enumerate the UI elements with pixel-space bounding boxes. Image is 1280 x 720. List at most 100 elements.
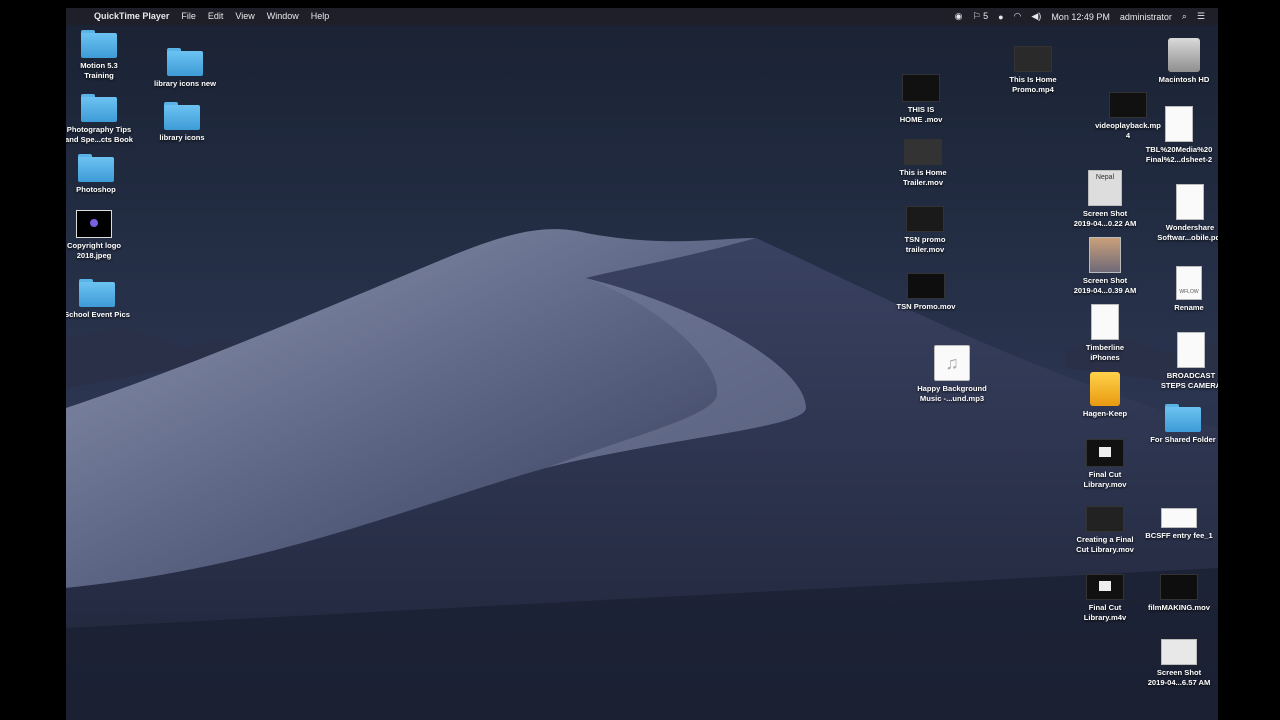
- desktop-file-rename-workflow[interactable]: WFLOW Rename: [1144, 266, 1218, 313]
- menu-view[interactable]: View: [229, 8, 260, 25]
- icon-label: Screen Shot 2019-04...6.57 AM: [1147, 668, 1211, 687]
- folder-icon: [79, 279, 115, 307]
- desktop-drive-macintosh-hd[interactable]: Macintosh HD: [1139, 38, 1218, 85]
- icon-label: library icons: [159, 133, 205, 142]
- icon-label: TSN promo trailer.mov: [904, 235, 946, 254]
- volume-icon[interactable]: ◀): [1026, 11, 1046, 22]
- folder-icon: [167, 48, 203, 76]
- menu-file[interactable]: File: [175, 8, 202, 25]
- desktop-file-copyright-logo[interactable]: Copyright logo 2018.jpeg: [66, 210, 139, 260]
- video-thumbnail-icon: [902, 74, 940, 102]
- desktop-folder-motion[interactable]: Motion 5.3 Training: [66, 30, 144, 80]
- icon-label: This Is Home Promo.mp4: [1009, 75, 1057, 94]
- desktop-file-screenshot-1[interactable]: Nepal Screen Shot 2019-04...0.22 AM: [1060, 170, 1150, 228]
- notification-center-icon[interactable]: ☰: [1192, 11, 1210, 22]
- video-thumbnail-icon: [907, 273, 945, 299]
- desktop-file-wondershare[interactable]: Wondershare Softwar...obile.pdf: [1145, 184, 1218, 242]
- desktop-file-home-promo[interactable]: This Is Home Promo.mp4: [988, 46, 1078, 94]
- user-menu[interactable]: administrator: [1115, 12, 1177, 22]
- icon-label: Happy Background Music -...und.mp3: [917, 384, 987, 403]
- video-thumbnail-icon: [1160, 574, 1198, 600]
- icon-label: Final Cut Library.mov: [1083, 470, 1127, 489]
- menu-bar: QuickTime Player File Edit View Window H…: [66, 8, 1218, 25]
- desktop-folder-school-event[interactable]: School Event Pics: [66, 279, 142, 320]
- image-thumbnail-icon: [1089, 237, 1121, 273]
- document-icon: [1161, 508, 1197, 528]
- folder-icon: [164, 102, 200, 130]
- app-menu[interactable]: QuickTime Player: [88, 8, 175, 25]
- folder-icon: [1165, 404, 1201, 432]
- icon-label: Hagen-Keep: [1082, 409, 1128, 418]
- icon-label: Rename: [1174, 303, 1204, 312]
- document-icon: [1177, 332, 1205, 368]
- icon-label: THIS IS HOME .mov: [899, 105, 943, 124]
- desktop-folder-photo-tips[interactable]: Photography Tips and Spe...cts Book: [66, 94, 144, 144]
- desktop-file-tsn-trailer[interactable]: TSN promo trailer.mov: [880, 206, 970, 254]
- icon-label: School Event Pics: [66, 310, 130, 319]
- desktop-drive-hagen-keep[interactable]: Hagen-Keep: [1060, 372, 1150, 419]
- desktop-file-tbl-spreadsheet[interactable]: TBL%20Media%20 Final%2...dsheet-2: [1134, 106, 1218, 164]
- desktop-file-filmmaking[interactable]: filmMAKING.mov: [1134, 574, 1218, 613]
- desktop-folder-library-icons[interactable]: library icons: [137, 102, 227, 143]
- desktop-folder-library-icons-new[interactable]: library icons new: [140, 48, 230, 89]
- icon-label: This is Home Trailer.mov: [899, 168, 947, 187]
- icon-label: Motion 5.3 Training: [80, 61, 118, 80]
- workflow-icon: WFLOW: [1176, 266, 1202, 300]
- desktop-file-broadcast-steps[interactable]: BROADCAST STEPS CAMERA: [1146, 332, 1218, 390]
- video-thumbnail-icon: [904, 139, 942, 165]
- icon-label: Screen Shot 2019-04...0.22 AM: [1073, 209, 1137, 228]
- icon-label: library icons new: [153, 79, 217, 88]
- icon-label: TBL%20Media%20 Final%2...dsheet-2: [1145, 145, 1213, 164]
- desktop-file-happy-music[interactable]: ♫ Happy Background Music -...und.mp3: [907, 345, 997, 403]
- icon-label: Photoshop: [76, 185, 116, 194]
- icon-label: Screen Shot 2019-04...0.39 AM: [1073, 276, 1137, 295]
- desktop-file-screenshot-2[interactable]: Screen Shot 2019-04...0.39 AM: [1060, 237, 1150, 295]
- video-thumbnail-icon: [1086, 574, 1124, 600]
- video-thumbnail-icon: [1086, 439, 1124, 467]
- image-thumbnail-icon: [1161, 639, 1197, 665]
- status-count-label: 5: [983, 11, 989, 21]
- document-icon: [1165, 106, 1193, 142]
- desktop-file-bcsff[interactable]: BCSFF entry fee_1: [1134, 508, 1218, 541]
- desktop: QuickTime Player File Edit View Window H…: [66, 8, 1218, 720]
- desktop-file-timberline[interactable]: Timberline iPhones: [1060, 304, 1150, 362]
- image-thumbnail-icon: Nepal: [1088, 170, 1122, 206]
- icon-label: Photography Tips and Spe...cts Book: [66, 125, 133, 144]
- desktop-file-fcp-library-mov[interactable]: Final Cut Library.mov: [1060, 439, 1150, 489]
- icon-label: Macintosh HD: [1158, 75, 1210, 84]
- video-thumbnail-icon: [1014, 46, 1052, 72]
- app-status-icon[interactable]: ●: [993, 12, 1008, 22]
- wifi-icon[interactable]: ◠: [1009, 11, 1027, 22]
- desktop-file-home-trailer[interactable]: This is Home Trailer.mov: [878, 139, 968, 187]
- desktop-file-tsn-promo[interactable]: TSN Promo.mov: [881, 273, 971, 312]
- external-drive-icon: [1090, 372, 1120, 406]
- video-thumbnail-icon: [906, 206, 944, 232]
- image-thumbnail-icon: [76, 210, 112, 238]
- clock[interactable]: Mon 12:49 PM: [1046, 12, 1115, 22]
- menu-help[interactable]: Help: [305, 8, 336, 25]
- menu-edit[interactable]: Edit: [202, 8, 230, 25]
- desktop-folder-shared[interactable]: For Shared Folder: [1138, 404, 1218, 445]
- thumb-text: Nepal: [1095, 174, 1115, 181]
- folder-icon: [78, 154, 114, 182]
- wallpaper-dunes: [66, 229, 1218, 720]
- icon-label: filmMAKING.mov: [1147, 603, 1211, 612]
- icon-label: For Shared Folder: [1150, 435, 1216, 444]
- desktop-folder-photoshop[interactable]: Photoshop: [66, 154, 141, 195]
- pdf-document-icon: [1176, 184, 1204, 220]
- thumb-text: WFLOW: [1179, 289, 1199, 295]
- folder-icon: [81, 30, 117, 58]
- status-area: ◉ ⚐ 5 ● ◠ ◀) Mon 12:49 PM administrator …: [950, 11, 1218, 22]
- screen-record-icon[interactable]: ◉: [950, 11, 968, 22]
- icon-label: Copyright logo 2018.jpeg: [67, 241, 121, 260]
- music-note-icon: ♫: [934, 345, 970, 381]
- desktop-file-this-is-home-mov[interactable]: THIS IS HOME .mov: [876, 74, 966, 124]
- video-thumbnail-icon: [1086, 506, 1124, 532]
- spotlight-search-icon[interactable]: ⌕: [1177, 11, 1192, 22]
- notification-count[interactable]: ⚐ 5: [968, 11, 994, 22]
- icon-label: TSN Promo.mov: [896, 302, 956, 311]
- menu-window[interactable]: Window: [261, 8, 305, 25]
- hard-drive-icon: [1168, 38, 1200, 72]
- desktop-file-screenshot-3[interactable]: Screen Shot 2019-04...6.57 AM: [1134, 639, 1218, 687]
- icon-label: BCSFF entry fee_1: [1145, 531, 1213, 540]
